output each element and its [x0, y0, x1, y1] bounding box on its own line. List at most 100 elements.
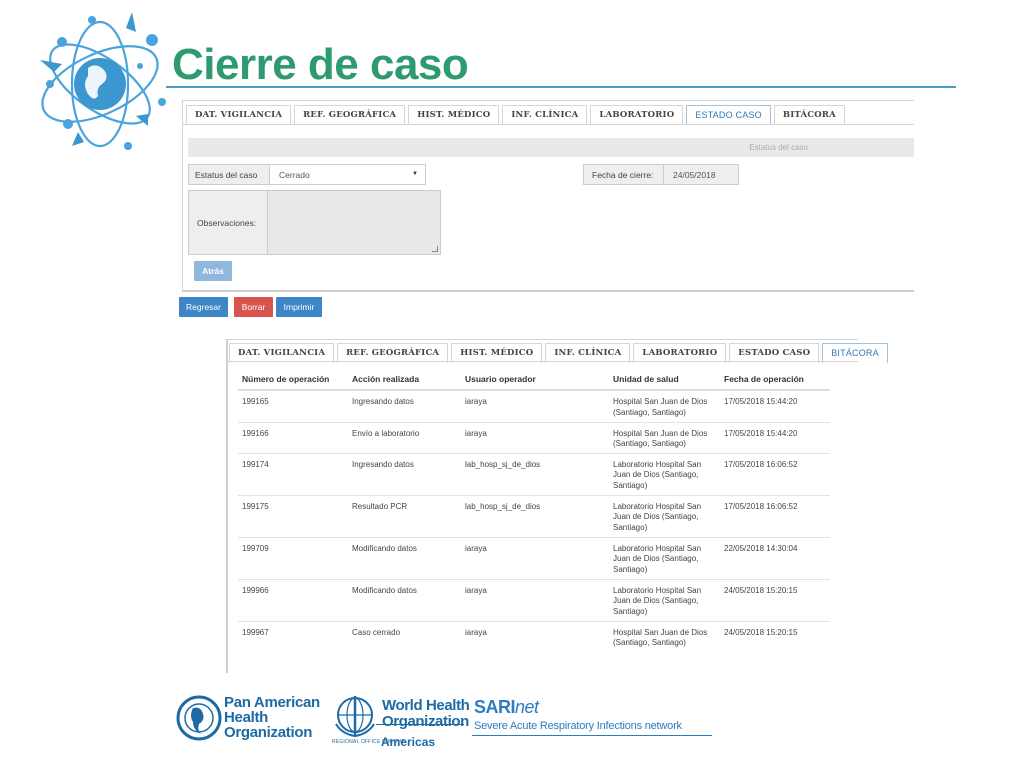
status-select-value: Cerrado: [279, 169, 310, 180]
regresar-button[interactable]: Regresar: [179, 297, 228, 317]
table-row: 199166 Envío a laboratorio iaraya Hospit…: [238, 422, 830, 454]
sarinet-subtitle: Severe Acute Respiratory Infections netw…: [474, 720, 682, 732]
cell-usuario: iaraya: [461, 422, 609, 454]
paho-name: Pan American Health Organization: [224, 695, 320, 740]
who-americas: Americas: [381, 735, 436, 749]
section-header: Estatus del caso: [188, 138, 914, 157]
sarinet-underline: [472, 735, 712, 736]
sarinet-title-main: SARI: [474, 697, 516, 717]
column-header-fecha: Fecha de operación: [720, 371, 830, 391]
status-label: Estatus del caso: [188, 164, 270, 185]
cell-fecha: 17/05/2018 15:44:20: [720, 390, 830, 423]
tab-inf-clinica[interactable]: INF. CLÍNICA: [502, 105, 588, 125]
table-row: 199174 Ingresando datos lab_hosp_sj_de_d…: [238, 453, 830, 496]
cell-unidad: Laboratorio Hospital San Juan de Dios (S…: [609, 579, 720, 622]
cell-fecha: 17/05/2018 16:06:52: [720, 495, 830, 538]
tab-estado-caso[interactable]: ESTADO CASO: [729, 343, 820, 363]
cell-usuario: iaraya: [461, 537, 609, 580]
tab-bitacora[interactable]: BITÁCORA: [822, 343, 888, 363]
table-row: 199967 Caso cerrado iaraya Hospital San …: [238, 621, 830, 655]
paho-name-line: Pan American: [224, 694, 320, 711]
cell-fecha: 17/05/2018 16:06:52: [720, 453, 830, 496]
paho-name-line: Organization: [224, 724, 313, 741]
close-date-label: Fecha de cierre:: [583, 164, 664, 185]
tab-hist-medico[interactable]: HIST. MÉDICO: [451, 343, 543, 363]
tab-ref-geografica[interactable]: REF. GEOGRÁFICA: [337, 343, 449, 363]
status-select[interactable]: Cerrado ▼: [270, 164, 426, 185]
cell-usuario: iaraya: [461, 390, 609, 423]
cell-numero: 199165: [238, 390, 348, 423]
cell-accion: Ingresando datos: [348, 390, 461, 423]
cell-fecha: 24/05/2018 15:20:15: [720, 579, 830, 622]
tab-dat-vigilancia[interactable]: DAT. VIGILANCIA: [229, 343, 335, 363]
cell-unidad: Hospital San Juan de Dios (Santiago, San…: [609, 390, 720, 423]
close-date-field: 24/05/2018: [664, 164, 739, 185]
table-header-row: Número de operación Acción realizada Usu…: [238, 371, 830, 391]
cell-accion: Envío a laboratorio: [348, 422, 461, 454]
cell-unidad: Laboratorio Hospital San Juan de Dios (S…: [609, 495, 720, 538]
tab-inf-clinica[interactable]: INF. CLÍNICA: [545, 343, 631, 363]
tab-bitacora[interactable]: BITÁCORA: [773, 105, 845, 125]
table-row: 199966 Modificando datos iaraya Laborato…: [238, 579, 830, 622]
who-name-line: Organization: [382, 713, 469, 730]
tab-laboratorio[interactable]: LABORATORIO: [633, 343, 727, 363]
bitacora-table: Número de operación Acción realizada Usu…: [238, 371, 830, 655]
who-name: World Health Organization: [382, 697, 470, 730]
section-header-text: Estatus del caso: [749, 143, 808, 152]
tab-divider: [227, 361, 858, 362]
column-header-usuario: Usuario operador: [461, 371, 609, 391]
who-divider: [376, 724, 464, 725]
sarinet-title-suffix: net: [515, 697, 539, 717]
cell-unidad: Hospital San Juan de Dios (Santiago, San…: [613, 627, 708, 648]
cell-numero: 199966: [238, 579, 348, 622]
resize-handle-icon[interactable]: [432, 246, 438, 252]
sarinet-title: SARInet: [474, 697, 539, 718]
partner-logos: Pan American Health Organization World H…: [176, 692, 716, 752]
tab-ref-geografica[interactable]: REF. GEOGRÁFICA: [294, 105, 406, 125]
cell-usuario: lab_hosp_sj_de_dios: [461, 453, 609, 496]
tab-hist-medico[interactable]: HIST. MÉDICO: [408, 105, 500, 125]
who-name-line: World Health: [382, 697, 470, 714]
cell-numero: 199166: [238, 422, 348, 454]
cell-numero: 199709: [238, 537, 348, 580]
cell-unidad: Hospital San Juan de Dios (Santiago, San…: [609, 422, 720, 454]
cell-accion: Modificando datos: [348, 537, 461, 580]
cell-numero: 199174: [238, 453, 348, 496]
cell-accion: Modificando datos: [348, 579, 461, 622]
status-field-group: Estatus del caso Cerrado ▼: [188, 164, 426, 185]
cell-fecha: 24/05/2018 15:20:15: [724, 627, 798, 637]
page-title: Cierre de caso: [172, 40, 469, 89]
tab-bar-estado: DAT. VIGILANCIA REF. GEOGRÁFICA HIST. MÉ…: [186, 105, 848, 125]
close-date-group: Fecha de cierre: 24/05/2018: [583, 164, 739, 185]
title-rule: [166, 86, 956, 88]
tab-divider: [183, 124, 914, 125]
table-row: 199175 Resultado PCR lab_hosp_sj_de_dios…: [238, 495, 830, 538]
cell-fecha: 22/05/2018 14:30:04: [720, 537, 830, 580]
borrar-button[interactable]: Borrar: [234, 297, 273, 317]
table-row: 199709 Modificando datos iaraya Laborato…: [238, 537, 830, 580]
cell-usuario: iaraya: [461, 579, 609, 622]
cell-numero: 199967: [242, 627, 269, 637]
observations-label: Observaciones:: [188, 190, 268, 255]
who-emblem-icon: [335, 696, 375, 738]
back-button[interactable]: Atrás: [194, 261, 232, 281]
cell-accion: Caso cerrado: [352, 627, 401, 637]
paho-name-line: Health: [224, 709, 269, 726]
cell-usuario: lab_hosp_sj_de_dios: [461, 495, 609, 538]
cell-fecha: 17/05/2018 15:44:20: [720, 422, 830, 454]
chevron-down-icon: ▼: [412, 171, 418, 177]
cell-unidad: Laboratorio Hospital San Juan de Dios (S…: [609, 537, 720, 580]
imprimir-button[interactable]: Imprimir: [276, 297, 322, 317]
tab-laboratorio[interactable]: LABORATORIO: [590, 105, 684, 125]
tab-bar-bitacora: DAT. VIGILANCIA REF. GEOGRÁFICA HIST. MÉ…: [229, 343, 891, 363]
column-header-unidad: Unidad de salud: [609, 371, 720, 391]
tab-dat-vigilancia[interactable]: DAT. VIGILANCIA: [186, 105, 292, 125]
cell-accion: Ingresando datos: [348, 453, 461, 496]
cell-accion: Resultado PCR: [348, 495, 461, 538]
paho-emblem-icon: [176, 695, 222, 741]
network-globe-logo: [40, 12, 166, 150]
table-row: 199165 Ingresando datos iaraya Hospital …: [238, 390, 830, 423]
observations-textarea[interactable]: [267, 190, 441, 255]
cell-unidad: Laboratorio Hospital San Juan de Dios (S…: [609, 453, 720, 496]
tab-estado-caso[interactable]: ESTADO CASO: [686, 105, 771, 125]
